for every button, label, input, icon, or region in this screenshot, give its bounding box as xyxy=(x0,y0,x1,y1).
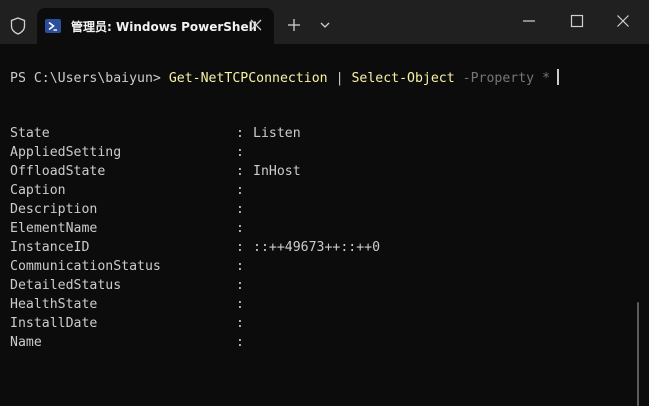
minimize-icon[interactable] xyxy=(522,14,536,28)
command-get: Get-NetTCPConnection xyxy=(168,71,328,86)
prompt: PS C:\Users\baiyun> xyxy=(10,71,161,86)
property-colon: : xyxy=(236,297,244,312)
property-colon: : xyxy=(236,183,244,198)
terminal-output[interactable]: PS C:\Users\baiyun> Get-NetTCPConnection… xyxy=(0,44,649,406)
property-name: AppliedSetting xyxy=(10,145,122,160)
property-name: DetailedStatus xyxy=(10,278,122,293)
property-name: InstanceID xyxy=(10,240,90,255)
property-value: Listen xyxy=(253,126,301,141)
property-name: HealthState xyxy=(10,297,98,312)
property-colon: : xyxy=(236,240,244,255)
cursor xyxy=(557,69,560,85)
tab-close-icon[interactable] xyxy=(249,18,263,32)
chevron-down-icon[interactable] xyxy=(319,20,331,30)
new-tab-plus-icon[interactable] xyxy=(287,18,301,32)
property-name: OffloadState xyxy=(10,164,106,179)
property-name: Name xyxy=(10,335,42,350)
property-colon: : xyxy=(236,202,244,217)
property-name: InstallDate xyxy=(10,316,98,331)
tab-title: 管理员: Windows PowerShell xyxy=(71,20,257,34)
property-colon: : xyxy=(236,278,244,293)
pipe-symbol: | xyxy=(335,71,344,86)
command-line[interactable]: PS C:\Users\baiyun> Get-NetTCPConnection… xyxy=(10,69,560,88)
property-colon: : xyxy=(236,126,244,141)
tab-powershell[interactable]: 管理员: Windows PowerShell xyxy=(37,8,274,44)
powershell-icon xyxy=(45,19,61,33)
property-name: State xyxy=(10,126,50,141)
close-icon[interactable] xyxy=(616,14,630,28)
maximize-icon[interactable] xyxy=(570,14,584,28)
shield-icon xyxy=(10,17,26,35)
property-colon: : xyxy=(236,221,244,236)
argument: * xyxy=(542,71,551,86)
title-bar[interactable]: 管理员: Windows PowerShell xyxy=(0,0,649,44)
property-name: CommunicationStatus xyxy=(10,259,161,274)
property-colon: : xyxy=(236,259,244,274)
parameter: -Property xyxy=(462,71,535,86)
property-colon: : xyxy=(236,145,244,160)
property-name: Caption xyxy=(10,183,66,198)
property-colon: : xyxy=(236,164,244,179)
scrollbar[interactable] xyxy=(637,302,639,406)
property-name: Description xyxy=(10,202,98,217)
property-name: ElementName xyxy=(10,221,98,236)
property-value: InHost xyxy=(253,164,301,179)
property-colon: : xyxy=(236,335,244,350)
property-colon: : xyxy=(236,316,244,331)
property-value: ::++49673++::++0 xyxy=(253,240,381,255)
command-select: Select-Object xyxy=(351,71,455,86)
